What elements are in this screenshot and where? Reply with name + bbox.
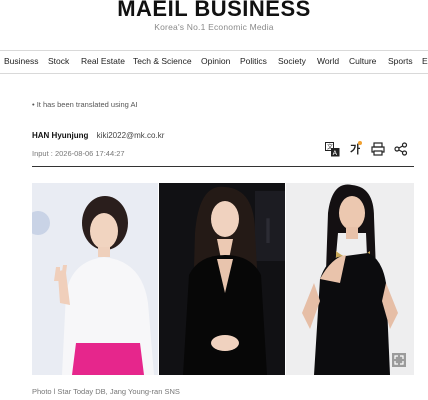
input-dateline: Input : 2026-08-06 17:44:27 — [32, 149, 125, 158]
input-date: 2026-08-06 17:44:27 — [54, 149, 125, 158]
translate-icon[interactable]: 文 A — [324, 141, 340, 157]
input-label: Input : — [32, 149, 55, 158]
expand-icon[interactable] — [392, 353, 406, 367]
nav-item-sports[interactable]: Sports — [388, 56, 413, 66]
nav-item-overflow[interactable]: E — [422, 56, 428, 66]
photo-caption: Photo l Star Today DB, Jang Young-ran SN… — [32, 387, 180, 396]
nav-item-politics[interactable]: Politics — [240, 56, 267, 66]
site-tagline: Korea's No.1 Economic Media — [154, 22, 274, 32]
nav-item-tech-science[interactable]: Tech & Science — [133, 56, 192, 66]
nav-item-business[interactable]: Business — [4, 56, 39, 66]
nav-item-culture[interactable]: Culture — [349, 56, 376, 66]
print-icon[interactable] — [370, 141, 386, 157]
translation-notice: • It has been translated using AI — [32, 100, 138, 109]
nav-item-society[interactable]: Society — [278, 56, 306, 66]
photo-panel-left — [32, 183, 158, 375]
author-email[interactable]: kiki2022@mk.co.kr — [97, 131, 165, 140]
main-nav: Business Stock Real Estate Tech & Scienc… — [0, 50, 428, 74]
svg-text:A: A — [332, 149, 337, 157]
nav-item-world[interactable]: World — [317, 56, 339, 66]
photo-panel-middle: I — [159, 183, 285, 375]
nav-item-real-estate[interactable]: Real Estate — [81, 56, 125, 66]
nav-item-opinion[interactable]: Opinion — [201, 56, 230, 66]
masthead: MAEIL BUSINESS Korea's No.1 Economic Med… — [0, 0, 428, 44]
article-tools: 文 A 가 — [324, 141, 414, 157]
article-photo[interactable]: I — [32, 183, 414, 375]
header-rule — [32, 166, 414, 167]
byline: HAN Hyunjung kiki2022@mk.co.kr — [32, 131, 164, 140]
accent-dot — [358, 141, 362, 145]
nav-item-stock[interactable]: Stock — [48, 56, 69, 66]
site-logo[interactable]: MAEIL BUSINESS — [0, 0, 428, 22]
svg-text:I: I — [263, 212, 273, 252]
photo-panel-right — [286, 183, 414, 375]
share-icon[interactable] — [393, 141, 409, 157]
font-size-icon[interactable]: 가 — [347, 141, 363, 157]
author-name[interactable]: HAN Hyunjung — [32, 131, 88, 140]
